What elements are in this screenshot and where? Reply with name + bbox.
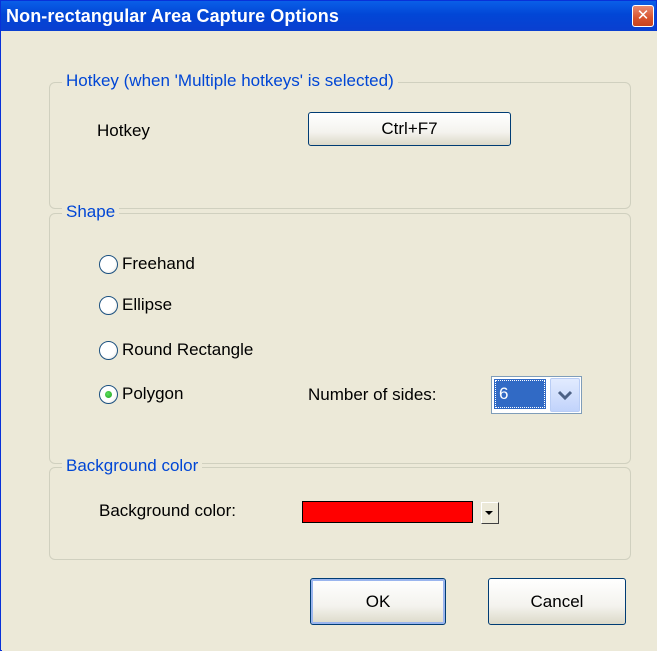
- radio-ellipse[interactable]: Ellipse: [99, 293, 172, 317]
- shape-group-label: Shape: [62, 202, 120, 222]
- hotkey-group: Hotkey (when 'Multiple hotkeys' is selec…: [49, 71, 631, 209]
- hotkey-button[interactable]: Ctrl+F7: [308, 112, 511, 146]
- radio-label-freehand: Freehand: [122, 254, 195, 273]
- background-color-group: Background color Background color:: [49, 456, 631, 560]
- radio-polygon[interactable]: Polygon: [99, 382, 183, 406]
- radio-label-polygon: Polygon: [122, 384, 184, 403]
- window-title: Non-rectangular Area Capture Options: [6, 6, 339, 26]
- hotkey-group-label: Hotkey (when 'Multiple hotkeys' is selec…: [62, 71, 398, 91]
- radio-button-icon[interactable]: [99, 340, 118, 360]
- radio-round-rectangle[interactable]: Round Rectangle: [99, 338, 253, 362]
- cancel-button[interactable]: Cancel: [488, 578, 626, 625]
- dialog-window: Non-rectangular Area Capture Options ✕ H…: [0, 0, 657, 651]
- shape-group: Shape Freehand Ellipse Round Rectangle P…: [49, 202, 631, 464]
- background-color-swatch[interactable]: [302, 501, 473, 523]
- radio-dot-icon: [105, 390, 112, 398]
- radio-button-icon[interactable]: [99, 254, 118, 274]
- sides-dropdown[interactable]: 6: [491, 376, 582, 414]
- radio-label-round-rectangle: Round Rectangle: [122, 340, 254, 359]
- close-icon[interactable]: ✕: [632, 5, 654, 27]
- title-bar[interactable]: Non-rectangular Area Capture Options ✕: [1, 1, 656, 31]
- ok-button[interactable]: OK: [310, 578, 446, 625]
- radio-button-icon[interactable]: [99, 295, 118, 315]
- sides-label: Number of sides:: [308, 385, 437, 404]
- color-dropdown-arrow-icon[interactable]: [481, 502, 499, 524]
- sides-value: 6: [494, 379, 546, 409]
- background-color-label: Background color:: [99, 501, 237, 520]
- dialog-content: Hotkey (when 'Multiple hotkeys' is selec…: [2, 31, 657, 651]
- background-color-group-label: Background color: [62, 456, 203, 476]
- hotkey-label: Hotkey: [97, 121, 150, 140]
- radio-freehand[interactable]: Freehand: [99, 252, 195, 276]
- radio-label-ellipse: Ellipse: [122, 295, 173, 314]
- chevron-down-icon[interactable]: [550, 378, 580, 412]
- radio-button-selected-icon[interactable]: [99, 384, 118, 404]
